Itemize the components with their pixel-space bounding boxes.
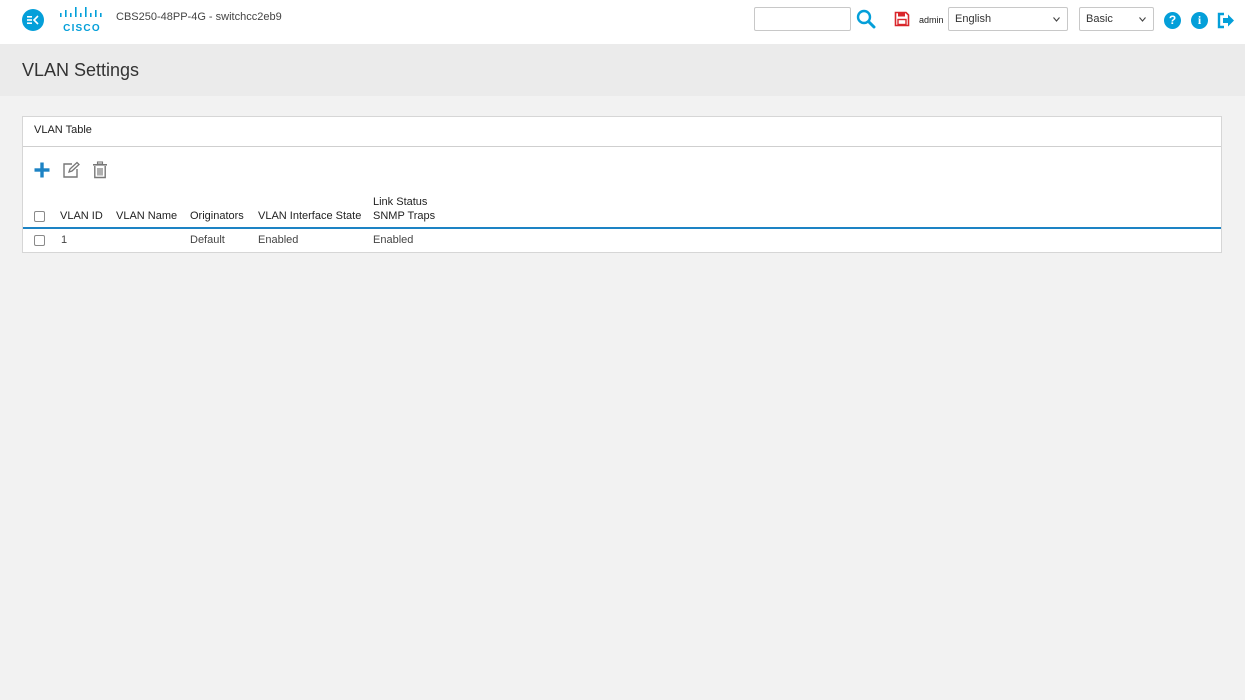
column-header-interface-state[interactable]: VLAN Interface State (258, 210, 361, 222)
select-all-checkbox[interactable] (34, 211, 45, 222)
row-checkbox[interactable] (34, 235, 45, 246)
vlan-table-panel: VLAN Table VLAN ID VLAN Name Originators… (22, 116, 1222, 253)
mode-select-value: Basic (1086, 13, 1113, 25)
save-icon[interactable] (894, 11, 910, 27)
cell-link-status: Enabled (373, 234, 414, 246)
trash-icon[interactable] (91, 161, 109, 179)
table-header-divider (23, 227, 1221, 229)
column-header-vlan-name[interactable]: VLAN Name (116, 210, 177, 222)
column-header-snmp-traps[interactable]: SNMP Traps (373, 210, 435, 222)
column-header-vlan-id[interactable]: VLAN ID (60, 210, 103, 222)
page-title-band: VLAN Settings (0, 44, 1245, 96)
add-icon[interactable] (33, 161, 51, 179)
panel-title: VLAN Table (34, 124, 92, 136)
collapse-menu-icon (27, 15, 39, 25)
chevron-down-icon (1139, 17, 1146, 22)
panel-header: VLAN Table (23, 117, 1221, 147)
edit-icon[interactable] (62, 161, 80, 179)
column-header-originators[interactable]: Originators (190, 210, 244, 222)
top-header: CISCO CBS250-48PP-4G - switchcc2eb9 admi… (0, 0, 1245, 44)
chevron-down-icon (1053, 17, 1060, 22)
mode-select[interactable]: Basic (1079, 7, 1154, 31)
info-icon[interactable]: i (1191, 12, 1208, 29)
cell-interface-state: Enabled (258, 234, 299, 246)
logout-icon[interactable] (1217, 12, 1235, 29)
menu-toggle-button[interactable] (22, 9, 44, 31)
search-input[interactable] (754, 7, 851, 31)
column-header-link-status[interactable]: Link Status (373, 196, 427, 208)
help-icon[interactable]: ? (1164, 12, 1181, 29)
page-title: VLAN Settings (22, 60, 140, 80)
username-label: admin (919, 15, 944, 25)
language-select-value: English (955, 13, 992, 25)
language-select[interactable]: English (948, 7, 1068, 31)
search-icon[interactable] (856, 9, 876, 29)
cell-vlan-id: 1 (61, 234, 68, 246)
cisco-wordmark: CISCO (63, 23, 101, 34)
cell-originators: Default (190, 234, 225, 246)
cisco-logo: CISCO (60, 7, 102, 34)
device-title: CBS250-48PP-4G - switchcc2eb9 (116, 11, 282, 23)
